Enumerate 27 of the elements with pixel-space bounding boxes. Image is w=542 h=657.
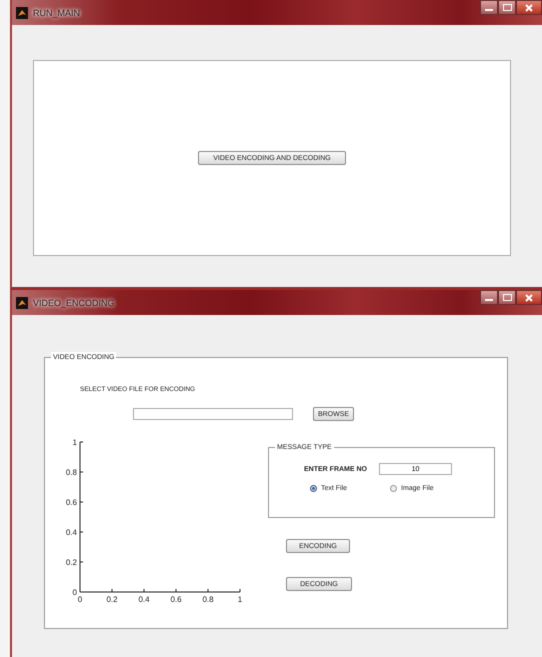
close-icon bbox=[525, 4, 533, 12]
maximize-button[interactable] bbox=[498, 290, 516, 305]
x-tick-label: 1 bbox=[238, 595, 242, 604]
x-tick-label: 0.8 bbox=[202, 595, 214, 604]
close-button[interactable] bbox=[516, 0, 542, 15]
y-tick-label: 0 bbox=[72, 588, 77, 597]
radio-button[interactable] bbox=[390, 485, 397, 492]
y-tick-label: 1 bbox=[72, 438, 77, 447]
x-tick-label: 0.2 bbox=[106, 595, 118, 604]
y-tick-label: 0.6 bbox=[66, 498, 77, 507]
radio-button[interactable] bbox=[310, 485, 317, 492]
window-title: RUN_MAIN bbox=[33, 8, 80, 18]
close-icon bbox=[525, 294, 533, 302]
y-tick-label: 0.2 bbox=[66, 558, 77, 567]
minimize-button[interactable] bbox=[480, 290, 498, 305]
app-icon bbox=[16, 6, 28, 18]
x-tick-label: 0.4 bbox=[138, 595, 150, 604]
app-icon bbox=[16, 296, 28, 308]
window-title: VIDEO_ENCODING bbox=[33, 298, 115, 308]
minimize-button[interactable] bbox=[480, 0, 498, 15]
maximize-button[interactable] bbox=[498, 0, 516, 15]
x-tick-label: 0 bbox=[78, 595, 82, 604]
y-tick-label: 0.8 bbox=[66, 468, 77, 477]
y-tick-label: 0.4 bbox=[66, 528, 77, 537]
close-button[interactable] bbox=[516, 290, 542, 305]
file-path-field[interactable] bbox=[133, 408, 293, 420]
x-tick-label: 0.6 bbox=[170, 595, 182, 604]
